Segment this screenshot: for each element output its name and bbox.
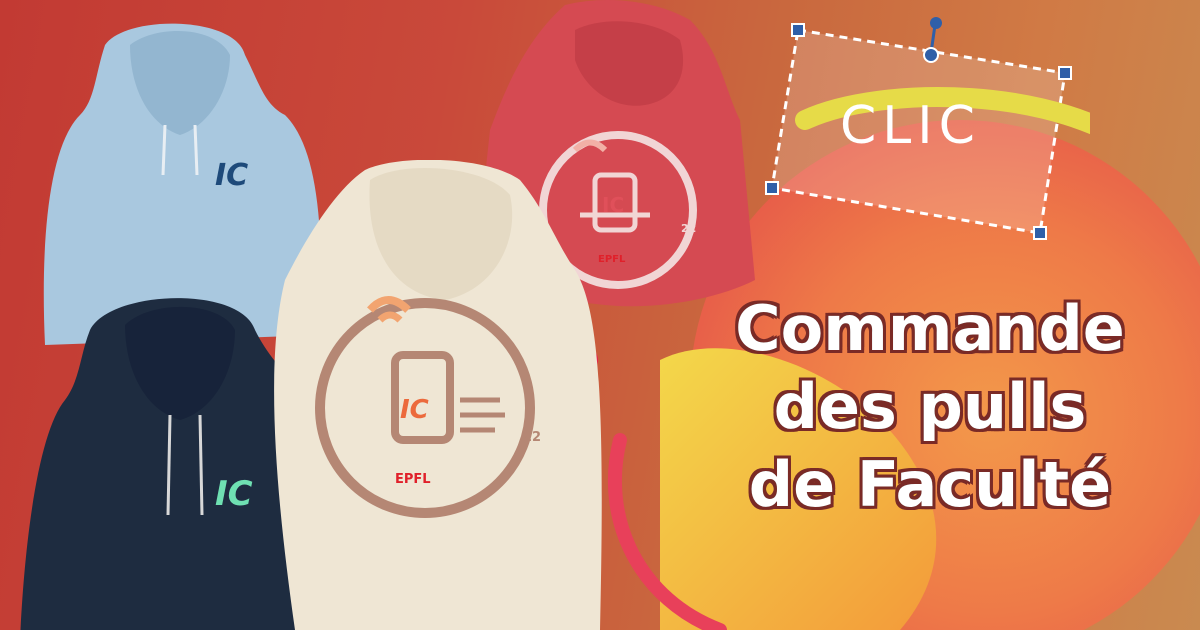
headline: Commande des pulls de Faculté <box>690 290 1170 524</box>
svg-text:22: 22 <box>523 430 541 445</box>
promo-banner: IC 22 EPFL IC IC IC 22 EPFL CLIC Command… <box>0 0 1200 630</box>
svg-text:22: 22 <box>681 222 696 235</box>
headline-line-3: de Faculté <box>748 448 1112 521</box>
svg-text:IC: IC <box>400 395 429 425</box>
headline-line-1: Commande <box>735 292 1125 365</box>
clic-logo: CLIC <box>765 17 1090 240</box>
svg-text:EPFL: EPFL <box>395 472 431 487</box>
svg-text:IC: IC <box>215 158 248 193</box>
svg-text:IC: IC <box>215 474 253 514</box>
headline-line-2: des pulls <box>773 370 1087 443</box>
clic-logo-text: CLIC <box>840 96 981 156</box>
hoodie-cream: IC 22 EPFL <box>274 160 602 630</box>
